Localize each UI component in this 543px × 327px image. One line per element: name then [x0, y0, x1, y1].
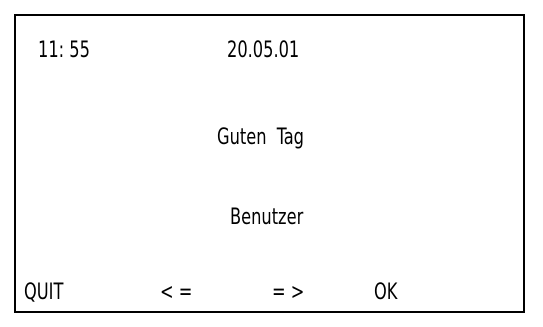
- ok-button[interactable]: OK: [374, 280, 397, 306]
- greeting-text: Guten Tag: [217, 125, 304, 150]
- next-button[interactable]: = >: [272, 280, 304, 306]
- time-display: 11: 55: [38, 38, 90, 63]
- user-name-text: Benutzer: [230, 205, 304, 230]
- display-screen: 11: 55 20.05.01 Guten Tag Benutzer QUIT …: [14, 14, 525, 313]
- previous-button[interactable]: < =: [160, 280, 192, 306]
- date-display: 20.05.01: [227, 38, 300, 63]
- quit-button[interactable]: QUIT: [24, 280, 63, 306]
